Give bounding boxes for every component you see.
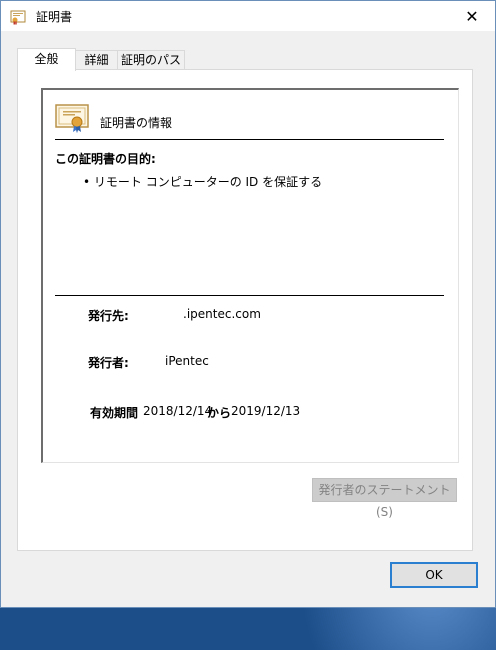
valid-to-value: 2019/12/13 — [231, 404, 301, 418]
certificate-icon — [10, 10, 26, 25]
window-title: 証明書 — [36, 10, 73, 24]
divider-bottom — [55, 295, 444, 296]
certificate-info-title: 証明書の情報 — [100, 116, 173, 130]
validity-label: 有効期間 — [90, 406, 139, 420]
close-icon: ✕ — [465, 6, 479, 26]
valid-from-to-word: から — [207, 406, 232, 420]
tab-general[interactable]: 全般 — [17, 48, 76, 71]
close-button[interactable]: ✕ — [449, 1, 495, 31]
issued-by-value: iPentec — [165, 354, 209, 368]
tab-general-label: 全般 — [34, 52, 59, 66]
divider-top — [55, 139, 444, 140]
ok-button[interactable]: OK — [390, 562, 478, 588]
purpose-item: • リモート コンピューターの ID を保証する — [83, 175, 323, 189]
certificate-info-frame: 証明書の情報 この証明書の目的: • リモート コンピューターの ID を保証す… — [41, 88, 459, 463]
tab-cert-path[interactable]: 証明のパス — [117, 50, 185, 70]
certificate-dialog: 証明書 ✕ 全般 詳細 証明のパス 証明書の情報 この証明書の目的: • リモー… — [0, 0, 496, 608]
purpose-heading: この証明書の目的: — [55, 152, 156, 166]
certificate-icon — [55, 104, 89, 133]
issued-to-label: 発行先: — [88, 309, 129, 323]
issuer-statement-button[interactable]: 発行者のステートメント(S) — [312, 478, 457, 519]
title-bar[interactable]: 証明書 ✕ — [1, 1, 495, 31]
issued-to-value: .ipentec.com — [183, 307, 261, 321]
issued-by-label: 発行者: — [88, 356, 129, 370]
valid-from-value: 2018/12/14 — [143, 404, 213, 418]
tab-cert-path-label: 証明のパス — [120, 53, 181, 67]
tab-details[interactable]: 詳細 — [74, 50, 119, 70]
tab-details-label: 詳細 — [84, 53, 109, 67]
